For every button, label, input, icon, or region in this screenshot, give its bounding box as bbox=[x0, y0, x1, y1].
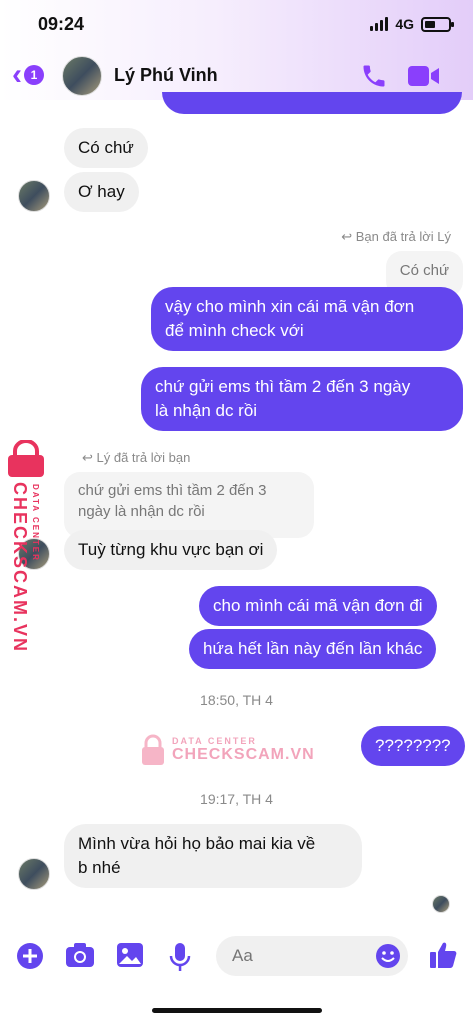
message-text: vậy cho mình xin cái mã vận đơn bbox=[165, 297, 415, 316]
lock-icon bbox=[142, 734, 164, 765]
video-call-icon[interactable] bbox=[408, 65, 440, 87]
seen-avatar bbox=[432, 895, 450, 913]
watermark-side: CHECKSCAM.VN DATA CENTER bbox=[4, 440, 52, 654]
reply-note: ↩ Bạn đã trả lời Lý bbox=[341, 229, 451, 244]
camera-icon[interactable] bbox=[65, 942, 95, 968]
reply-arrow-icon: ↩ bbox=[341, 229, 356, 244]
like-icon[interactable] bbox=[428, 940, 458, 970]
message-outgoing[interactable]: cho mình cái mã vận đơn đi bbox=[199, 586, 437, 626]
message-text: ???????? bbox=[375, 736, 451, 755]
message-text: Có chứ bbox=[78, 138, 134, 157]
watermark-side-text: CHECKSCAM.VN bbox=[10, 482, 30, 654]
message-text: để mình check với bbox=[165, 321, 304, 340]
message-text: Mình vừa hỏi họ bảo mai kia về bbox=[78, 834, 316, 853]
watermark-small-text: DATA CENTER bbox=[172, 736, 257, 746]
status-time: 09:24 bbox=[38, 14, 85, 34]
reply-note: ↩ Lý đã trả lời bạn bbox=[82, 450, 191, 465]
lock-icon bbox=[8, 440, 44, 477]
network-type: 4G bbox=[395, 16, 414, 32]
contact-avatar[interactable] bbox=[62, 56, 102, 96]
message-text: Ơ hay bbox=[78, 182, 125, 201]
message-text: cho mình cái mã vận đơn đi bbox=[213, 596, 423, 615]
message-text: b nhé bbox=[78, 858, 121, 877]
plus-icon[interactable] bbox=[16, 942, 44, 970]
timestamp: 19:17, TH 4 bbox=[200, 791, 273, 807]
composer-bar bbox=[0, 930, 473, 984]
unread-badge: 1 bbox=[24, 65, 44, 85]
message-outgoing[interactable]: ???????? bbox=[361, 726, 465, 766]
watermark-big-text: CHECKSCAM.VN bbox=[172, 746, 315, 763]
signal-icon bbox=[370, 17, 389, 31]
microphone-icon[interactable] bbox=[168, 942, 192, 972]
sender-avatar[interactable] bbox=[18, 180, 50, 212]
message-text: hứa hết lần này đến lần khác bbox=[203, 639, 423, 658]
timestamp: 18:50, TH 4 bbox=[200, 692, 273, 708]
message-outgoing[interactable]: vậy cho mình xin cái mã vận đơn để mình … bbox=[151, 287, 463, 351]
back-button[interactable]: ‹ 1 bbox=[12, 58, 44, 91]
watermark-side-small-text: DATA CENTER bbox=[31, 484, 40, 562]
emoji-icon[interactable] bbox=[375, 943, 401, 969]
chevron-left-icon: ‹ bbox=[12, 58, 22, 91]
message-incoming[interactable]: Tuỳ từng khu vực bạn ơi bbox=[64, 530, 278, 570]
sender-avatar[interactable] bbox=[18, 858, 50, 890]
message-incoming[interactable]: Có chứ bbox=[64, 128, 148, 168]
message-text: chứ gửi ems thì tầm 2 đến 3 ngày bbox=[155, 377, 411, 396]
watermark-logo: DATA CENTER CHECKSCAM.VN bbox=[140, 734, 315, 766]
status-indicators: 4G bbox=[370, 16, 454, 32]
message-outgoing[interactable]: hứa hết lần này đến lần khác bbox=[189, 629, 437, 669]
message-text: là nhận dc rồi bbox=[155, 401, 258, 420]
message-incoming[interactable]: Ơ hay bbox=[64, 172, 139, 212]
message-incoming[interactable]: Mình vừa hỏi họ bảo mai kia về b nhé bbox=[64, 824, 362, 888]
status-bar: 09:24 4G bbox=[0, 0, 473, 52]
phone-icon[interactable] bbox=[360, 62, 388, 90]
battery-icon bbox=[421, 16, 454, 32]
message-outgoing[interactable]: chứ gửi ems thì tầm 2 đến 3 ngày là nhận… bbox=[141, 367, 463, 431]
gallery-icon[interactable] bbox=[116, 942, 144, 968]
message-bubble-clipped[interactable] bbox=[162, 92, 462, 114]
quoted-message[interactable]: chứ gửi ems thì tầm 2 đến 3 ngày là nhận… bbox=[64, 472, 314, 538]
reply-arrow-icon: ↩ bbox=[82, 450, 97, 465]
contact-name[interactable]: Lý Phú Vinh bbox=[114, 65, 218, 86]
home-indicator[interactable] bbox=[152, 1008, 322, 1013]
message-text: Tuỳ từng khu vực bạn ơi bbox=[78, 540, 264, 559]
